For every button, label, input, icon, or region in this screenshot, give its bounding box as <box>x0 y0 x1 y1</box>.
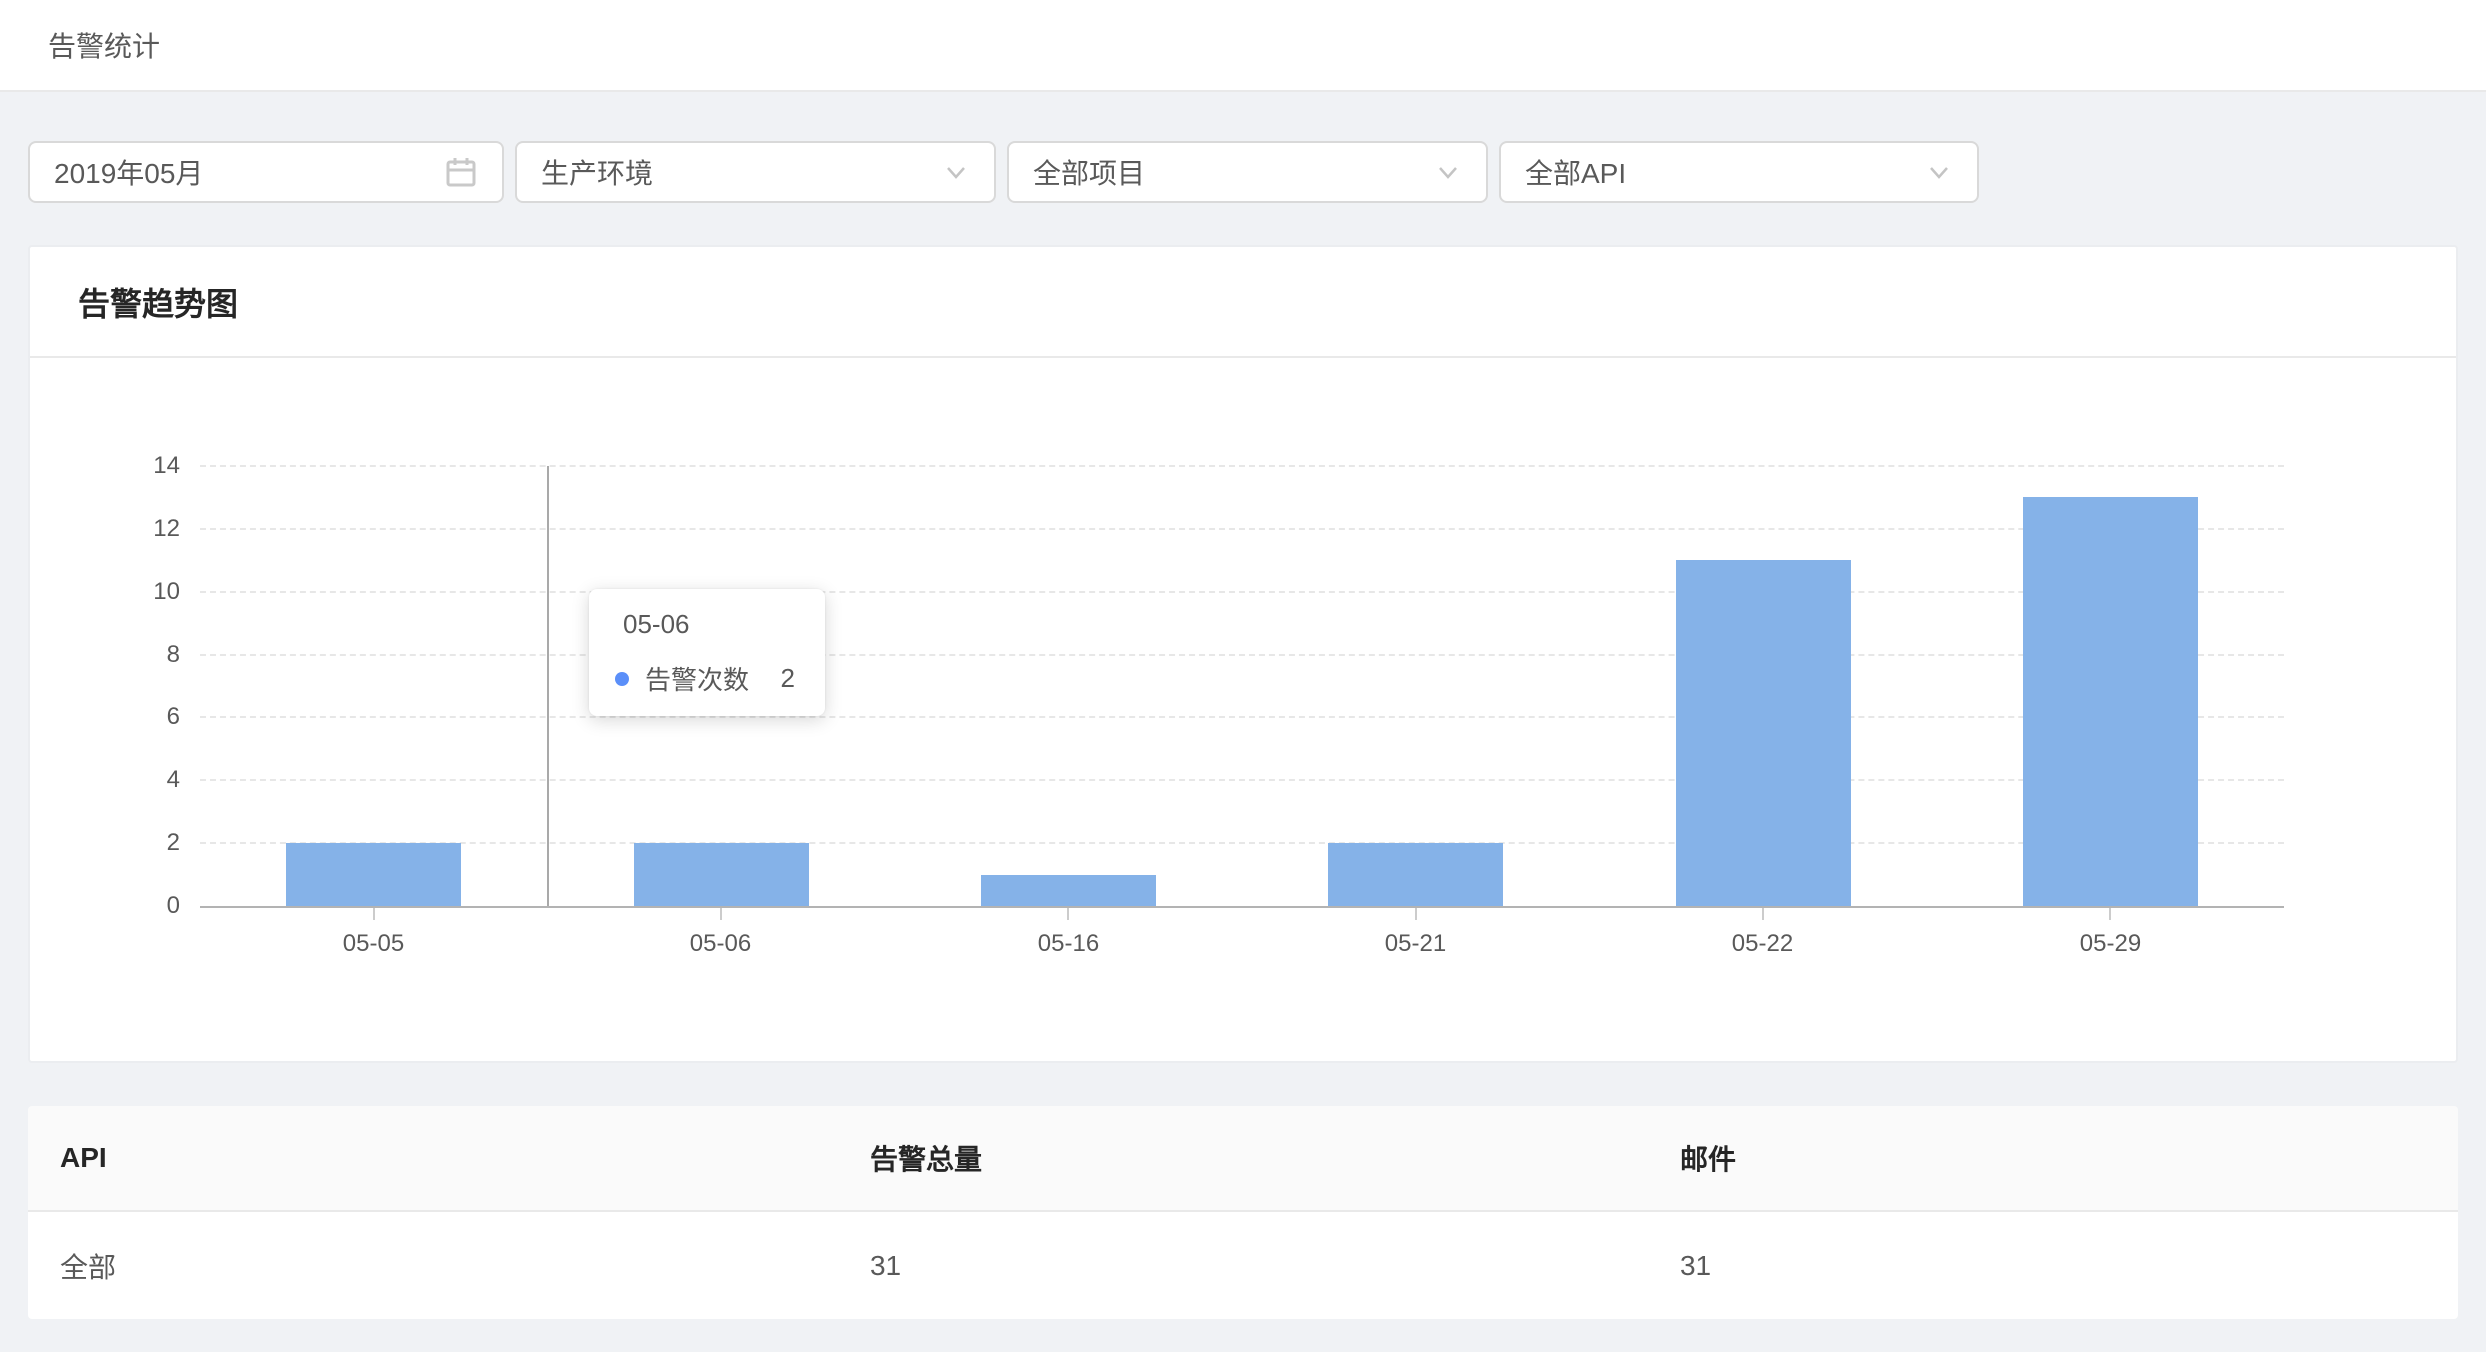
table-cell: 31 <box>1648 1212 2458 1319</box>
y-axis-tick-label: 14 <box>70 451 180 481</box>
project-select[interactable]: 全部项目 <box>1007 141 1488 203</box>
env-select[interactable]: 生产环境 <box>515 141 996 203</box>
calendar-icon <box>444 155 478 189</box>
y-gridline <box>200 591 2284 593</box>
tooltip-row: 告警次数 2 <box>615 660 799 697</box>
alert-trend-chart: 05-06 告警次数 2 0246810121405-0505-0605-160… <box>30 358 2456 1061</box>
x-axis-category-label: 05-22 <box>1589 930 1936 958</box>
y-gridline <box>200 779 2284 781</box>
bar-05-21[interactable] <box>1328 843 1503 906</box>
x-axis-line <box>200 906 2284 908</box>
y-axis-tick-label: 2 <box>70 828 180 858</box>
chart-tooltip: 05-06 告警次数 2 <box>589 589 825 716</box>
tooltip-crosshair-line <box>547 466 549 906</box>
y-axis-tick-label: 0 <box>70 891 180 921</box>
bar-05-05[interactable] <box>286 843 461 906</box>
table-cell: 31 <box>838 1212 1648 1319</box>
y-axis-tick-label: 4 <box>70 765 180 795</box>
y-gridline <box>200 842 2284 844</box>
trend-card-title: 告警趋势图 <box>78 279 238 325</box>
month-picker-value: 2019年05月 <box>54 152 203 192</box>
filter-bar: 2019年05月 生产环境 全部项目 全部API <box>28 141 2458 203</box>
month-picker[interactable]: 2019年05月 <box>28 141 504 203</box>
y-axis-tick-label: 12 <box>70 514 180 544</box>
x-axis-tick <box>1415 908 1417 920</box>
bar-05-06[interactable] <box>634 843 809 906</box>
y-axis-tick-label: 6 <box>70 702 180 732</box>
x-axis-tick <box>1762 908 1764 920</box>
api-table: API告警总量邮件 全部3131 <box>28 1106 2458 1319</box>
y-gridline <box>200 654 2284 656</box>
x-axis-tick <box>2109 908 2111 920</box>
api-select-value: 全部API <box>1525 152 1626 192</box>
chevron-down-icon <box>942 158 970 186</box>
table-cell: 全部 <box>28 1212 838 1319</box>
x-axis-category-label: 05-29 <box>1937 930 2284 958</box>
bar-05-22[interactable] <box>1676 560 1851 906</box>
table-header-row: API告警总量邮件 <box>28 1106 2458 1212</box>
table-header-cell: 邮件 <box>1648 1106 2458 1210</box>
tooltip-title: 05-06 <box>623 609 799 640</box>
y-axis-tick-label: 8 <box>70 640 180 670</box>
bar-05-29[interactable] <box>2023 497 2198 906</box>
tooltip-value: 2 <box>781 663 799 694</box>
y-gridline <box>200 465 2284 467</box>
x-axis-category-label: 05-16 <box>895 930 1242 958</box>
x-axis-tick <box>1067 908 1069 920</box>
x-axis-category-label: 05-06 <box>547 930 894 958</box>
trend-card-header: 告警趋势图 <box>30 247 2456 358</box>
y-gridline <box>200 528 2284 530</box>
x-axis-tick <box>373 908 375 920</box>
x-axis-tick <box>720 908 722 920</box>
env-select-value: 生产环境 <box>541 152 653 192</box>
tooltip-series-label: 告警次数 <box>645 660 749 697</box>
table-body: 全部3131 <box>28 1212 2458 1319</box>
page-title: 告警统计 <box>48 25 160 65</box>
api-select[interactable]: 全部API <box>1499 141 1979 203</box>
chevron-down-icon <box>1925 158 1953 186</box>
x-axis-category-label: 05-21 <box>1242 930 1589 958</box>
table-row: 全部3131 <box>28 1212 2458 1319</box>
y-axis-tick-label: 10 <box>70 577 180 607</box>
trend-card: 告警趋势图 05-06 告警次数 2 0246810121405-0505-06… <box>28 245 2458 1063</box>
project-select-value: 全部项目 <box>1033 152 1145 192</box>
x-axis-category-label: 05-05 <box>200 930 547 958</box>
series-dot-icon <box>615 672 629 686</box>
bar-05-16[interactable] <box>981 875 1156 906</box>
table-header-cell: API <box>28 1106 838 1210</box>
chevron-down-icon <box>1434 158 1462 186</box>
page-header: 告警统计 <box>0 0 2486 92</box>
y-gridline <box>200 716 2284 718</box>
table-header-cell: 告警总量 <box>838 1106 1648 1210</box>
